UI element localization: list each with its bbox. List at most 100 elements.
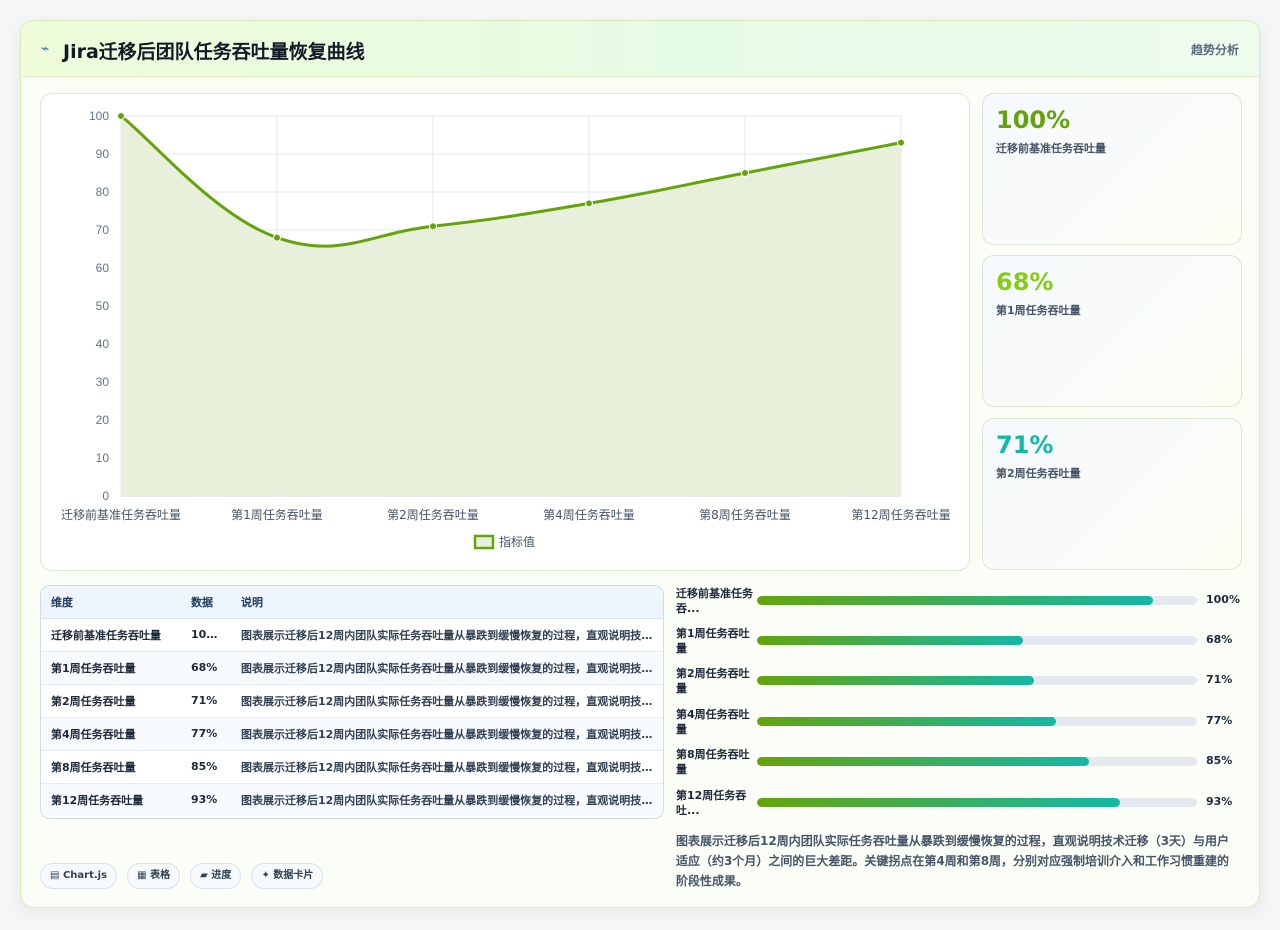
cell-value: 100% <box>181 618 231 652</box>
cell-description: 图表展示迁移后12周内团队实际任务吞吐量从暴跌到缓慢恢复的过程，直观说明技术迁移… <box>231 750 663 784</box>
x-tick-label: 第1周任务吞吐量 <box>231 507 323 522</box>
chip-table[interactable]: ▦ 表格 <box>127 863 181 889</box>
table-header-row: 维度 数据 说明 <box>41 586 663 619</box>
progress-fill <box>757 596 1153 605</box>
chart-icon: ▤ <box>50 870 60 881</box>
x-tick-label: 第2周任务吞吐量 <box>387 507 479 522</box>
progress-label: 第8周任务吞吐量 <box>676 748 750 776</box>
table-row: 第8周任务吞吐量 85% 图表展示迁移后12周内团队实际任务吞吐量从暴跌到缓慢恢… <box>41 750 663 784</box>
y-tick-label: 100 <box>89 109 109 123</box>
x-tick-label: 迁移前基准任务吞吐量 <box>61 507 181 522</box>
table-row: 迁移前基准任务吞吐量 100% 图表展示迁移后12周内团队实际任务吞吐量从暴跌到… <box>41 618 663 652</box>
stat-card-baseline: 100% 迁移前基准任务吞吐量 <box>982 93 1242 245</box>
cell-description: 图表展示迁移后12周内团队实际任务吞吐量从暴跌到缓慢恢复的过程，直观说明技术迁移… <box>231 684 663 718</box>
x-tick-label: 第12周任务吞吐量 <box>851 507 950 522</box>
cell-dimension: 第12周任务吞吐量 <box>51 793 144 807</box>
cell-dimension: 迁移前基准任务吞吐量 <box>41 618 181 652</box>
chip-label: 数据卡片 <box>273 870 314 881</box>
progress-icon: ▰ <box>200 870 208 881</box>
tech-chips: ▤ Chart.js ▦ 表格 ▰ 进度 ✦ 数据卡片 <box>40 863 328 889</box>
chart-panel: 0 10 20 30 40 50 60 70 80 90 100 迁移前基准任务吞吐量 第1周任务吞吐量… <box>40 93 970 571</box>
data-point <box>117 112 125 120</box>
table-row: 第1周任务吞吐量 68% 图表展示迁移后12周内团队实际任务吞吐量从暴跌到缓慢恢… <box>41 651 663 685</box>
cell-value: 93% <box>191 793 218 807</box>
y-tick-label: 40 <box>96 337 110 351</box>
progress-fill <box>757 757 1090 766</box>
progress-value: 77% <box>1206 714 1233 727</box>
y-tick-label: 0 <box>102 489 109 503</box>
progress-fill <box>757 717 1057 726</box>
stat-label: 迁移前基准任务吞吐量 <box>996 142 1106 155</box>
table-row: 第12周任务吞吐量 93% 图表展示迁移后12周内团队实际任务吞吐量从暴跌到缓慢… <box>41 783 663 816</box>
x-tick-label: 第8周任务吞吐量 <box>699 507 791 522</box>
progress-label: 迁移前基准任务吞... <box>676 587 753 615</box>
legend-label: 指标值 <box>499 534 535 549</box>
chip-chartjs[interactable]: ▤ Chart.js <box>40 863 118 889</box>
line-chart: 0 10 20 30 40 50 60 70 80 90 100 迁移前基准任务吞吐量 第1周任务吞吐量… <box>61 109 951 550</box>
progress-track <box>757 676 1197 685</box>
cell-dimension: 第2周任务吞吐量 <box>41 684 181 718</box>
cell-description: 图表展示迁移后12周内团队实际任务吞吐量从暴跌到缓慢恢复的过程，直观说明技术迁移… <box>231 618 663 652</box>
table-icon: ▦ <box>137 870 147 881</box>
data-table: 维度 数据 说明 迁移前基准任务吞吐量 100% 图表展示迁移后12周内团队实际… <box>40 585 664 819</box>
page-title: Jira迁移后团队任务吞吐量恢复曲线 <box>63 41 365 63</box>
cell-value: 77% <box>181 717 231 751</box>
progress-track <box>757 798 1197 807</box>
chip-label: 表格 <box>150 870 171 881</box>
stat-value: 71% <box>996 431 1054 459</box>
stat-value: 68% <box>996 268 1054 296</box>
stat-card-week1: 68% 第1周任务吞吐量 <box>982 255 1242 407</box>
data-point <box>585 199 593 208</box>
series-area <box>121 116 901 496</box>
progress-row: 第12周任务吞吐... 93% <box>676 787 1241 821</box>
progress-row: 迁移前基准任务吞... 100% <box>676 585 1241 619</box>
y-tick-label: 50 <box>96 299 110 313</box>
y-tick-label: 80 <box>96 185 110 199</box>
stat-label: 第1周任务吞吐量 <box>996 304 1081 317</box>
progress-label: 第12周任务吞吐... <box>676 789 747 817</box>
progress-track <box>757 596 1197 605</box>
column-header-value: 数据 <box>181 586 231 619</box>
y-tick-label: 90 <box>96 147 110 161</box>
summary-note: 图表展示迁移后12周内团队实际任务吞吐量从暴跌到缓慢恢复的过程，直观说明技术迁移… <box>676 834 1230 888</box>
data-point <box>429 222 437 231</box>
data-point <box>897 138 905 147</box>
progress-track <box>757 717 1197 726</box>
chip-progress[interactable]: ▰ 进度 <box>190 863 242 889</box>
table-row: 第4周任务吞吐量 77% 图表展示迁移后12周内团队实际任务吞吐量从暴跌到缓慢恢… <box>41 717 663 751</box>
stat-label: 第2周任务吞吐量 <box>996 467 1081 480</box>
card-header: ⌁ Jira迁移后团队任务吞吐量恢复曲线 趋势分析 <box>21 21 1259 77</box>
trend-icon: ⌁ <box>41 41 50 57</box>
progress-row: 第8周任务吞吐量 85% <box>676 746 1241 780</box>
progress-fill <box>757 676 1035 685</box>
cell-value: 71% <box>181 684 231 718</box>
legend-swatch <box>473 534 495 550</box>
stat-card-week2: 71% 第2周任务吞吐量 <box>982 418 1242 570</box>
progress-row: 第4周任务吞吐量 77% <box>676 706 1241 740</box>
data-point <box>273 233 281 242</box>
column-header-dimension: 维度 <box>41 586 181 619</box>
table-row: 第2周任务吞吐量 71% 图表展示迁移后12周内团队实际任务吞吐量从暴跌到缓慢恢… <box>41 684 663 718</box>
cell-description: 图表展示迁移后12周内团队实际任务吞吐量从暴跌到缓慢恢复的过程，直观说明技术迁移… <box>231 717 663 751</box>
progress-value: 68% <box>1206 633 1233 646</box>
stat-value: 100% <box>996 106 1071 134</box>
progress-track <box>757 636 1197 645</box>
progress-value: 93% <box>1206 795 1233 808</box>
analysis-tag: 趋势分析 <box>1190 43 1239 57</box>
column-header-description: 说明 <box>231 586 663 619</box>
data-point <box>741 169 749 177</box>
cell-value: 68% <box>181 651 231 685</box>
chip-label: Chart.js <box>62 870 108 881</box>
chip-data-card[interactable]: ✦ 数据卡片 <box>251 863 324 889</box>
progress-label: 第2周任务吞吐量 <box>676 667 750 695</box>
cell-value: 85% <box>181 750 231 784</box>
cell-description: 图表展示迁移后12周内团队实际任务吞吐量从暴跌到缓慢恢复的过程，直观说明技术迁移… <box>241 793 663 807</box>
chip-label: 进度 <box>211 870 232 881</box>
y-tick-label: 10 <box>96 451 110 465</box>
progress-value: 71% <box>1206 673 1233 686</box>
cell-dimension: 第4周任务吞吐量 <box>41 717 181 751</box>
cell-dimension: 第1周任务吞吐量 <box>41 651 181 685</box>
x-tick-label: 第4周任务吞吐量 <box>543 507 635 522</box>
progress-row: 第1周任务吞吐量 68% <box>676 625 1241 659</box>
cell-dimension: 第8周任务吞吐量 <box>41 750 181 784</box>
